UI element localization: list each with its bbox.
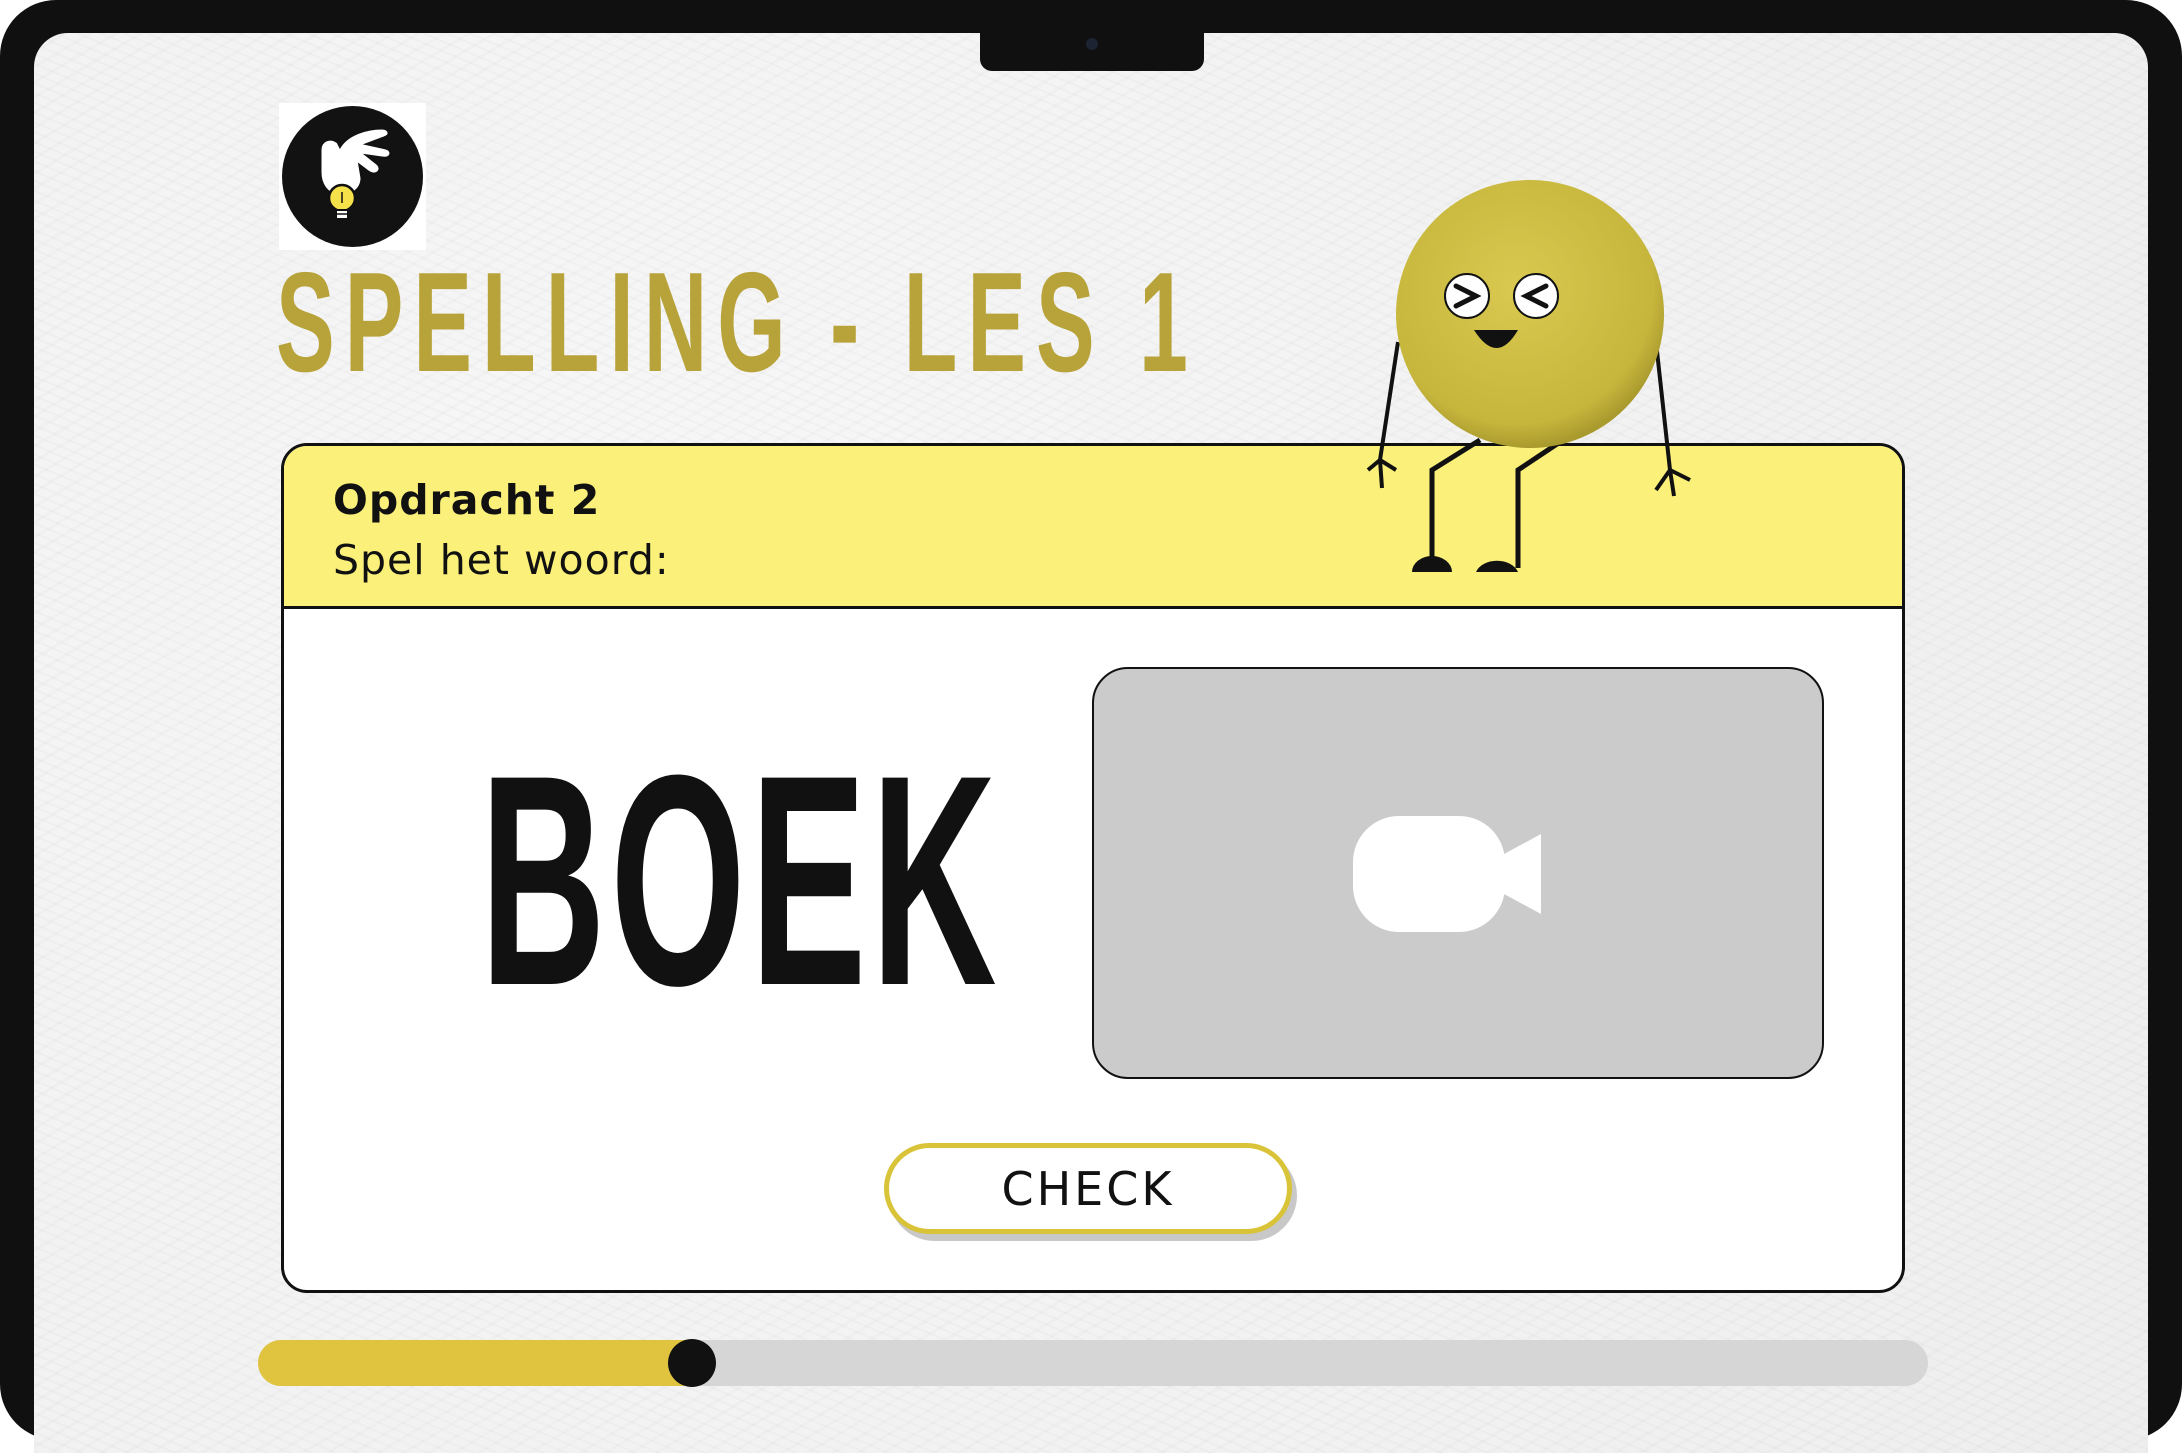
video-camera-icon[interactable] [1353, 816, 1543, 936]
smiling-yellow-ball-character [1340, 170, 1720, 594]
progress-bar [258, 1339, 1928, 1387]
spelling-word: BOEK [480, 712, 1002, 1048]
video-player[interactable] [1092, 667, 1824, 1079]
progress-handle[interactable] [668, 1339, 717, 1387]
task-number: Opdracht 2 [333, 476, 601, 524]
check-button[interactable]: CHECK [884, 1143, 1292, 1234]
page-title: SPELLING - LES 1 [276, 243, 1198, 402]
camera-notch [980, 33, 1204, 71]
progress-fill [258, 1340, 693, 1386]
app-logo[interactable] [279, 103, 426, 250]
task-instruction: Spel het woord: [333, 536, 670, 584]
hand-lightbulb-icon [282, 106, 423, 247]
webcam-dot [1086, 38, 1098, 50]
